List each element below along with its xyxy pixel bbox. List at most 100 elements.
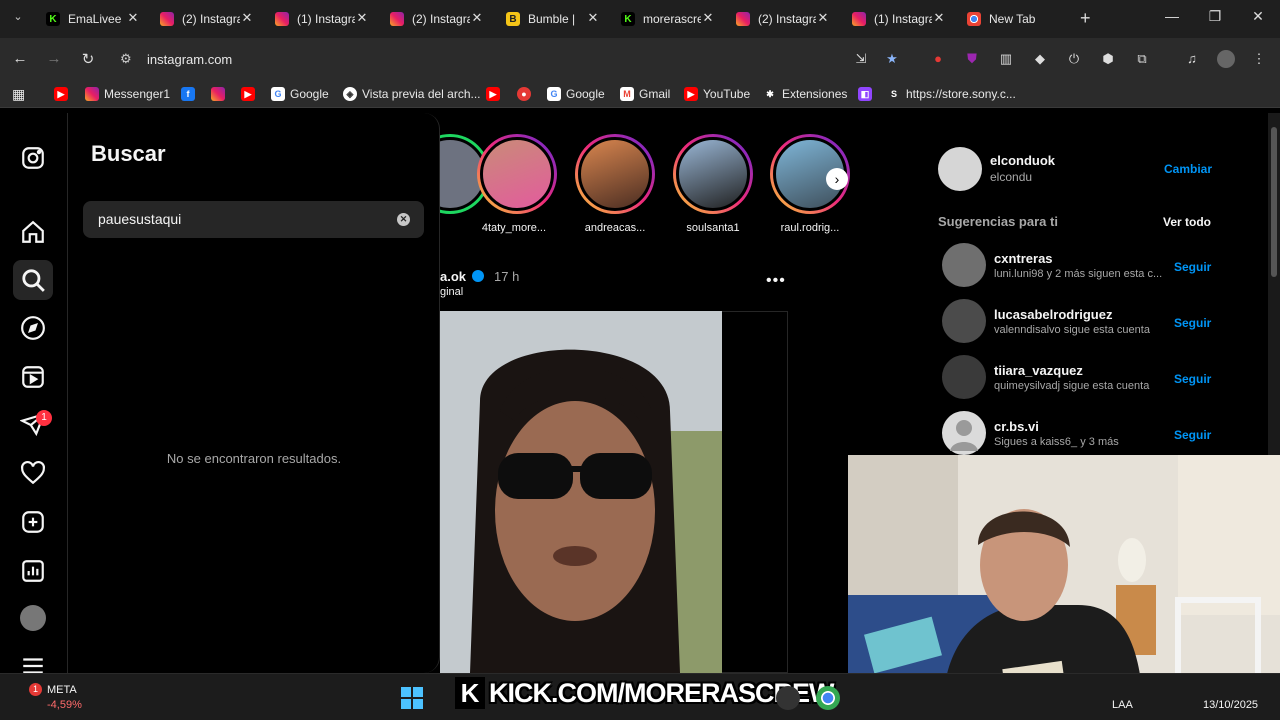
verified-badge-icon (472, 270, 484, 282)
address-bar[interactable]: instagram.com (147, 52, 232, 67)
extension-icon[interactable]: ▥ (997, 50, 1015, 68)
reels-icon[interactable] (20, 364, 46, 390)
follow-button[interactable]: Seguir (1174, 260, 1211, 274)
close-tab-icon[interactable]: ✕ (470, 11, 484, 25)
suggestion-username[interactable]: cr.bs.vi (994, 419, 1039, 434)
search-icon[interactable] (13, 260, 53, 300)
bookmark-youtube[interactable]: ▶ (241, 86, 260, 102)
notifications-heart-icon[interactable] (20, 460, 46, 486)
chrome-taskbar-icon[interactable] (816, 686, 840, 710)
suggestion-username[interactable]: tiiara_vazquez (994, 363, 1083, 378)
windows-start-icon[interactable] (401, 687, 423, 709)
bookmark-google[interactable]: G Google (271, 86, 329, 102)
extension-icon[interactable]: ⬢ (1099, 50, 1117, 68)
media-control-icon[interactable]: ♫ (1183, 50, 1201, 68)
extensions-puzzle-icon[interactable]: ⧉ (1133, 50, 1151, 68)
bookmark-youtube[interactable]: ▶ (54, 86, 73, 102)
profile-avatar[interactable] (1217, 50, 1235, 68)
close-tab-icon[interactable]: ✕ (240, 11, 254, 25)
instagram-logo-icon[interactable] (20, 145, 46, 171)
bookmark-twitch[interactable]: ◧ (858, 86, 877, 102)
apps-grid-icon[interactable]: ▦ (12, 86, 25, 102)
close-tab-icon[interactable]: ✕ (586, 11, 600, 25)
browser-tab[interactable]: (2) Instagram ✕ (736, 6, 830, 32)
scrollbar-thumb[interactable] (1271, 127, 1277, 277)
bookmark-sony-store[interactable]: Shttps://store.sony.c... (887, 86, 1016, 102)
clear-search-icon[interactable]: ✕ (397, 213, 410, 226)
close-window-icon[interactable]: ✕ (1248, 8, 1268, 25)
follow-button[interactable]: Seguir (1174, 372, 1211, 386)
suggestion-username[interactable]: lucasabelrodriguez (994, 307, 1112, 322)
bookmark-google[interactable]: G Google (547, 86, 605, 102)
bookmark-star-icon[interactable]: ★ (883, 50, 901, 68)
bookmark-drive-preview[interactable]: ◈ Vista previa del arch... (343, 86, 481, 102)
dashboard-icon[interactable] (20, 558, 46, 584)
story-item[interactable]: taty_more... (477, 134, 557, 234)
post-video[interactable] (440, 311, 722, 673)
browser-tab[interactable]: K morerascrew ✕ (621, 6, 715, 32)
extension-icon[interactable]: ⏻ (1065, 50, 1083, 68)
post-options-icon[interactable]: ••• (766, 272, 786, 290)
follow-button[interactable]: Seguir (1174, 428, 1211, 442)
browser-tab[interactable]: K EmaLivee ✕ (46, 6, 140, 32)
taskbar-app-icon[interactable] (776, 686, 800, 710)
search-panel: Buscar pauesustaqui ✕ No se encontraron … (68, 113, 440, 673)
stock-ticker[interactable]: META (47, 684, 77, 696)
close-tab-icon[interactable]: ✕ (701, 11, 715, 25)
story-item[interactable]: soulsanta1 (673, 134, 753, 234)
explore-icon[interactable] (20, 315, 46, 341)
bookmark-gmail[interactable]: M Gmail (620, 86, 670, 102)
install-app-icon[interactable]: ⇲ (852, 50, 870, 68)
restore-icon[interactable]: ❐ (1205, 8, 1225, 25)
browser-tab[interactable]: B Bumble | ✕ (506, 6, 600, 32)
extension-icon[interactable]: ● (929, 50, 947, 68)
taskbar-date[interactable]: 13/10/2025 (1203, 699, 1258, 711)
browser-tab[interactable]: New Tab (967, 6, 1067, 32)
browser-tab[interactable]: (1) Instagram ✕ (852, 6, 946, 32)
site-info-icon[interactable]: ⚙ (120, 51, 132, 67)
post-username[interactable]: a.ok (440, 269, 466, 284)
bookmark-extensions[interactable]: ✱ Extensiones (763, 86, 847, 102)
suggestion-username[interactable]: cxntreras (994, 251, 1053, 266)
tab-search-icon[interactable]: ⌄ (8, 10, 28, 28)
browser-tab[interactable]: (2) Instagram ✕ (390, 6, 484, 32)
close-tab-icon[interactable]: ✕ (126, 11, 140, 25)
account-username[interactable]: elconduok (990, 153, 1055, 168)
follow-button[interactable]: Seguir (1174, 316, 1211, 330)
suggestion-avatar-default[interactable] (942, 411, 986, 455)
bookmark-reddit[interactable]: ● (517, 86, 536, 102)
see-all-link[interactable]: Ver todo (1163, 215, 1211, 229)
search-input[interactable]: pauesustaqui (98, 211, 181, 227)
extension-icon[interactable]: ◆ (1031, 50, 1049, 68)
bookmark-youtube-labeled[interactable]: ▶ YouTube (684, 86, 750, 102)
switch-account-link[interactable]: Cambiar (1164, 162, 1212, 176)
bookmark-facebook[interactable]: f (181, 86, 200, 102)
close-tab-icon[interactable]: ✕ (355, 11, 369, 25)
post-audio-label[interactable]: ginal (440, 286, 463, 298)
close-tab-icon[interactable]: ✕ (932, 11, 946, 25)
minimize-icon[interactable]: — (1162, 8, 1182, 24)
story-item[interactable]: andreacas... (575, 134, 655, 234)
forward-icon[interactable]: → (44, 50, 64, 67)
browser-menu-icon[interactable]: ⋮ (1250, 50, 1268, 68)
ublock-icon[interactable]: ⛊ (963, 50, 981, 68)
bookmark-instagram[interactable] (211, 86, 230, 102)
suggestion-avatar[interactable] (942, 355, 986, 399)
suggestion-avatar[interactable] (942, 299, 986, 343)
bookmark-messenger1[interactable]: Messenger1 (85, 86, 170, 102)
bookmark-youtube[interactable]: ▶ (486, 86, 505, 102)
home-icon[interactable] (20, 219, 46, 245)
search-field[interactable]: pauesustaqui ✕ (83, 201, 424, 238)
reload-icon[interactable]: ↻ (78, 50, 98, 68)
close-tab-icon[interactable]: ✕ (816, 11, 830, 25)
new-tab-button[interactable]: + (1080, 8, 1091, 29)
suggestion-avatar[interactable] (942, 243, 986, 287)
input-language[interactable]: LAA (1112, 699, 1133, 711)
browser-tab-active[interactable]: (1) Instagram ✕ (275, 6, 369, 32)
back-icon[interactable]: ← (10, 50, 30, 67)
account-avatar[interactable] (938, 147, 982, 191)
browser-tab[interactable]: (2) Instagram ✕ (160, 6, 254, 32)
stories-next-icon[interactable]: › (826, 168, 848, 190)
profile-avatar[interactable] (20, 605, 46, 631)
create-icon[interactable] (20, 509, 46, 535)
